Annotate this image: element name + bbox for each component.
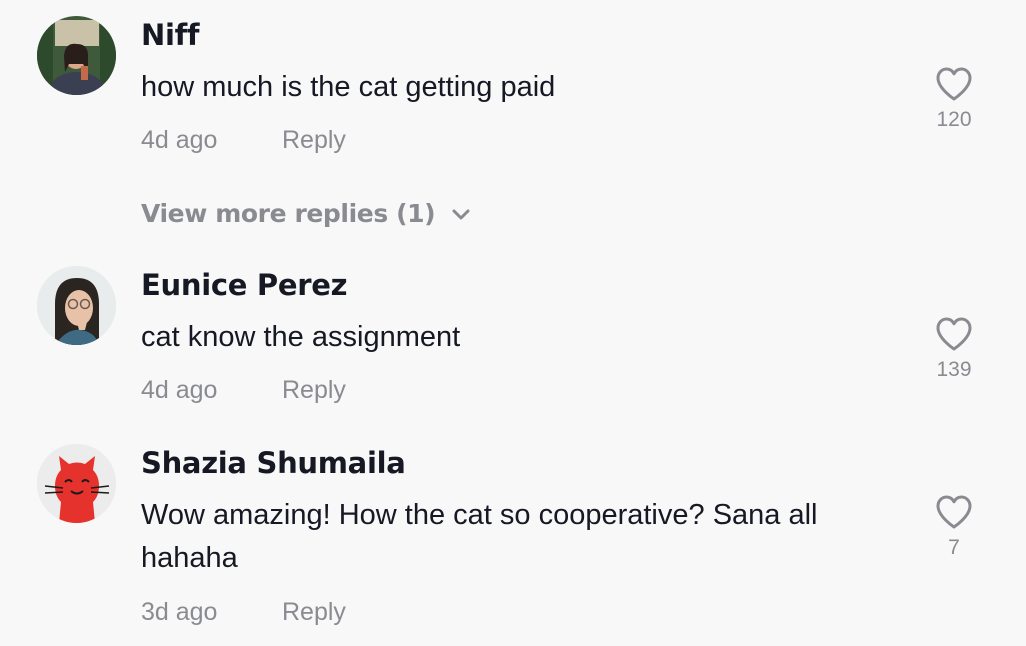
view-more-replies-button[interactable]: View more replies (1) <box>141 199 471 228</box>
comment-text: Wow amazing! How the cat so cooperative?… <box>141 499 818 574</box>
reply-button[interactable]: Reply <box>282 126 346 154</box>
comment-author[interactable]: Eunice Perez <box>141 268 347 302</box>
comment-timestamp: 4d ago <box>141 376 218 404</box>
like-count: 7 <box>948 536 960 559</box>
reply-button[interactable]: Reply <box>282 376 346 404</box>
comment-meta: 4d ago Reply <box>141 126 346 155</box>
reply-button[interactable]: Reply <box>282 598 346 626</box>
like-button[interactable]: 139 <box>929 316 979 382</box>
like-button[interactable]: 7 <box>929 494 979 560</box>
like-button[interactable]: 120 <box>929 66 979 132</box>
heart-icon[interactable] <box>934 66 974 102</box>
like-count: 120 <box>936 108 972 131</box>
view-more-replies-label: View more replies (1) <box>141 199 436 228</box>
heart-icon[interactable] <box>934 316 974 352</box>
avatar[interactable] <box>37 444 116 523</box>
comment-author[interactable]: Shazia Shumaila <box>141 446 406 480</box>
heart-icon[interactable] <box>934 494 974 530</box>
comment-timestamp: 3d ago <box>141 598 218 626</box>
chevron-down-icon <box>452 209 470 220</box>
avatar[interactable] <box>37 16 116 95</box>
comment-text: how much is the cat getting paid <box>141 71 556 103</box>
comment-meta: 3d ago Reply <box>141 598 346 627</box>
comment-text: cat know the assignment <box>141 321 461 353</box>
comment-timestamp: 4d ago <box>141 126 218 154</box>
like-count: 139 <box>936 358 972 381</box>
comment-meta: 4d ago Reply <box>141 376 346 405</box>
comment-author[interactable]: Niff <box>141 18 200 52</box>
avatar[interactable] <box>37 266 116 345</box>
